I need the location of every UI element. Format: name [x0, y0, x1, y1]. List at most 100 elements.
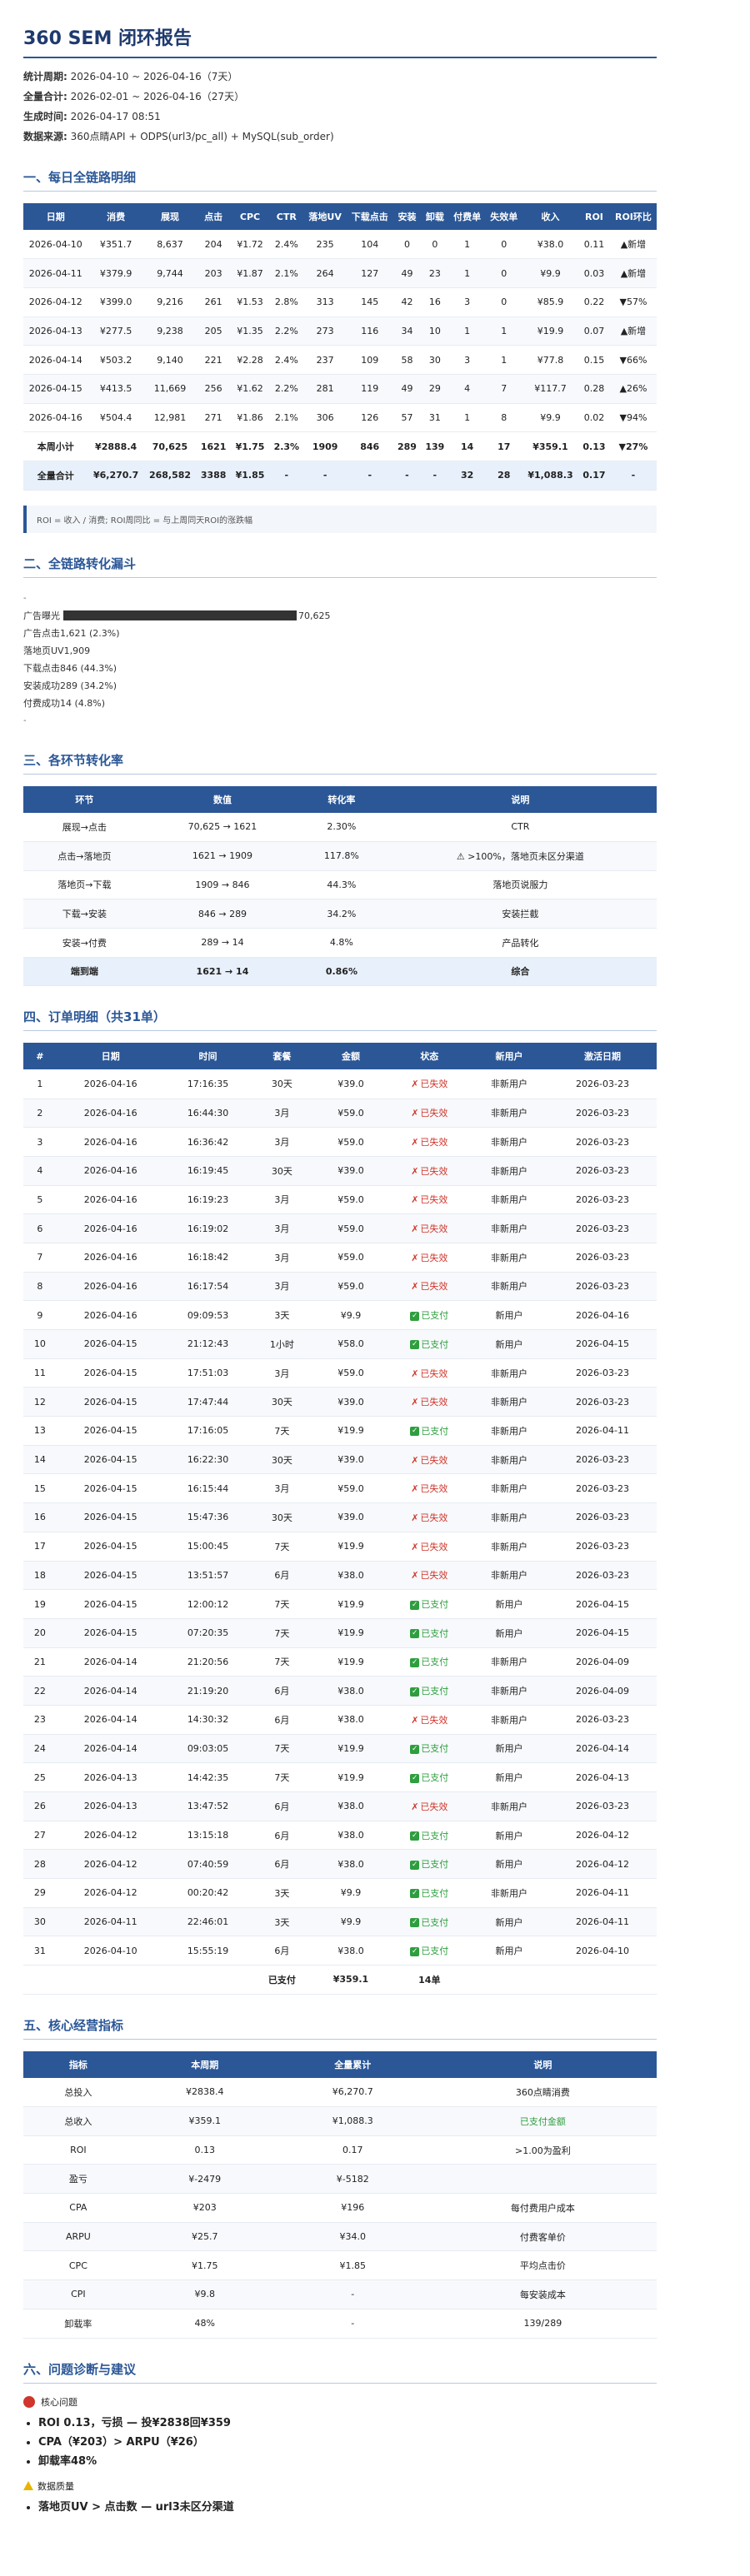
- table-row: 2026-04-12 ¥399.0 9,216 261 ¥1.53 2.8% 313 145 4…: [23, 287, 657, 317]
- table-cell: 非新用户: [470, 1099, 548, 1129]
- table-cell: 非新用户: [470, 1213, 548, 1243]
- table-cell: 104: [346, 230, 393, 260]
- table-cell: 3: [23, 1127, 57, 1157]
- table-row: 落地页→下载 1909 → 846 44.3% 落地页说服力: [23, 870, 657, 900]
- table-cell: ¥203: [132, 2193, 277, 2223]
- status-cell: ✗ 已失效: [388, 1705, 471, 1735]
- table-cell: 2026-04-12: [56, 1821, 165, 1851]
- table-row: ROI 0.13 0.17 >1.00为盈利: [23, 2135, 657, 2165]
- table-cell: 2026-04-15: [56, 1358, 165, 1388]
- table-cell: ¥1.35: [230, 316, 270, 346]
- cross-icon: ✗: [411, 1801, 419, 1812]
- table-cell: 11: [23, 1358, 57, 1388]
- funnel-bar: [63, 610, 297, 621]
- table-row: 28 2026-04-12 07:40:59 6月 ¥38.0 ✓ 已支付 新用户 2026-0…: [23, 1849, 657, 1880]
- table-cell: 盈亏: [23, 2164, 133, 2195]
- table-cell: 2026-04-14: [56, 1676, 165, 1706]
- check-icon: ✓: [410, 1427, 420, 1437]
- funnel-label: 安装成功: [23, 680, 60, 691]
- table-cell: ¥38.0: [312, 1936, 389, 1966]
- status-text: 已支付: [421, 1310, 449, 1322]
- table-cell: ¥39.0: [312, 1069, 389, 1099]
- table-cell: 10: [23, 1329, 57, 1359]
- table-cell: 846 → 289: [145, 899, 300, 929]
- funnel-label: 广告点击: [23, 627, 60, 639]
- table-cell: 2.2%: [269, 374, 304, 404]
- table-cell: 1: [485, 345, 522, 375]
- table-row: 3 2026-04-16 16:36:42 3月 ¥59.0 ✗ 已失效 非新用户 2026-0…: [23, 1127, 657, 1157]
- section-conversion-heading: 三、各环节转化率: [23, 751, 657, 775]
- table-cell: 23: [23, 1705, 57, 1735]
- table-cell: ¥1,088.3: [522, 461, 579, 491]
- table-cell: 新用户: [470, 1329, 548, 1359]
- table-cell: 非新用户: [470, 1647, 548, 1677]
- page-title: 360 SEM 闭环报告: [23, 23, 657, 58]
- table-cell: 2026-03-23: [548, 1243, 657, 1273]
- cross-icon: ✗: [411, 1194, 419, 1206]
- cross-icon: ✗: [411, 1108, 419, 1119]
- table-cell: ¥1,088.3: [276, 2106, 429, 2136]
- table-cell: 20: [23, 1618, 57, 1648]
- meta-label: 数据来源:: [23, 131, 68, 142]
- table-cell: 2026-04-15: [56, 1329, 165, 1359]
- table-cell: ¥359.1: [312, 1965, 389, 1995]
- status-cell: ✗ 已失效: [388, 1532, 471, 1562]
- table-cell: 19: [23, 1589, 57, 1619]
- check-icon: ✓: [410, 1773, 420, 1783]
- table-row: 5 2026-04-16 16:19:23 3月 ¥59.0 ✗ 已失效 非新用户 2026-0…: [23, 1185, 657, 1215]
- table-cell: 非新用户: [470, 1502, 548, 1532]
- table-cell: 安装拦截: [383, 899, 657, 929]
- section-kpi-heading: 五、核心经营指标: [23, 2016, 657, 2040]
- status-text: 已失效: [420, 1570, 448, 1582]
- conversion-table: 环节 数值 转化率 说明 展现→点击 70,625 → 1621 2.30% CTR 点击→落地…: [23, 785, 657, 987]
- table-cell: 2026-04-14: [56, 1705, 165, 1735]
- column-header: 本周期: [132, 2050, 277, 2078]
- status-cell: ✗ 已失效: [388, 1358, 471, 1388]
- table-cell: ▲26%: [609, 374, 657, 404]
- table-cell: 16:19:23: [164, 1185, 252, 1215]
- table-row: 下载→安装 846 → 289 34.2% 安装拦截: [23, 899, 657, 929]
- check-icon: ✓: [410, 1311, 420, 1321]
- table-cell: 237: [303, 345, 347, 375]
- orders-table: # 日期 时间 套餐 金额 状态 新用户 激活日期 1 2026-04-16 17:16:35 30天…: [23, 1043, 657, 1995]
- funnel-label: 下载点击: [23, 662, 60, 674]
- table-cell: 新用户: [470, 1618, 548, 1648]
- table-row: 14 2026-04-15 16:22:30 30天 ¥39.0 ✗ 已失效 非新用户 2026…: [23, 1445, 657, 1475]
- status-text: 已失效: [420, 1541, 448, 1552]
- table-cell: ▲新增: [609, 258, 657, 288]
- table-cell: ¥19.9: [312, 1618, 389, 1648]
- table-cell: 6月: [251, 1936, 313, 1966]
- column-header: 时间: [164, 1043, 252, 1070]
- table-cell: ¥9.8: [132, 2280, 277, 2309]
- table-cell: 非新用户: [470, 1069, 548, 1099]
- table-cell: 289: [392, 431, 422, 461]
- data-quality-heading: 数据质量: [23, 2479, 727, 2493]
- table-cell: ¥58.0: [312, 1329, 389, 1359]
- table-cell: 8: [23, 1272, 57, 1302]
- table-cell: 0.86%: [299, 957, 384, 987]
- status-text: 已失效: [420, 1483, 448, 1495]
- table-row: 16 2026-04-15 15:47:36 30天 ¥39.0 ✗ 已失效 非新用户 2026…: [23, 1502, 657, 1532]
- table-cell: 0.11: [578, 230, 610, 260]
- table-cell: 3天: [251, 1878, 313, 1908]
- table-row: 2026-04-13 ¥277.5 9,238 205 ¥1.35 2.2% 273 116 3…: [23, 316, 657, 346]
- table-cell: 每付费用户成本: [428, 2193, 657, 2223]
- table-cell: 3月: [251, 1099, 313, 1129]
- status-text: 已失效: [420, 1368, 448, 1379]
- column-header: 付费单: [448, 203, 486, 230]
- table-cell: ▼57%: [609, 287, 657, 317]
- table-cell: ¥196: [276, 2193, 429, 2223]
- table-cell: 15:55:19: [164, 1936, 252, 1966]
- table-row: 安装→付费 289 → 14 4.8% 产品转化: [23, 928, 657, 958]
- table-cell: 28: [23, 1849, 57, 1880]
- status-cell: ✓ 已支付: [388, 1300, 471, 1330]
- table-cell: 本周小计: [23, 431, 88, 461]
- table-cell: 30天: [251, 1156, 313, 1186]
- table-row: 17 2026-04-15 15:00:45 7天 ¥19.9 ✗ 已失效 非新用户 2026-…: [23, 1532, 657, 1562]
- table-cell: 116: [346, 316, 393, 346]
- status-text: 已支付: [421, 1859, 449, 1871]
- table-cell: [548, 1965, 657, 1995]
- table-cell: 29: [421, 374, 449, 404]
- table-cell: 30天: [251, 1502, 313, 1532]
- table-cell: 3月: [251, 1127, 313, 1157]
